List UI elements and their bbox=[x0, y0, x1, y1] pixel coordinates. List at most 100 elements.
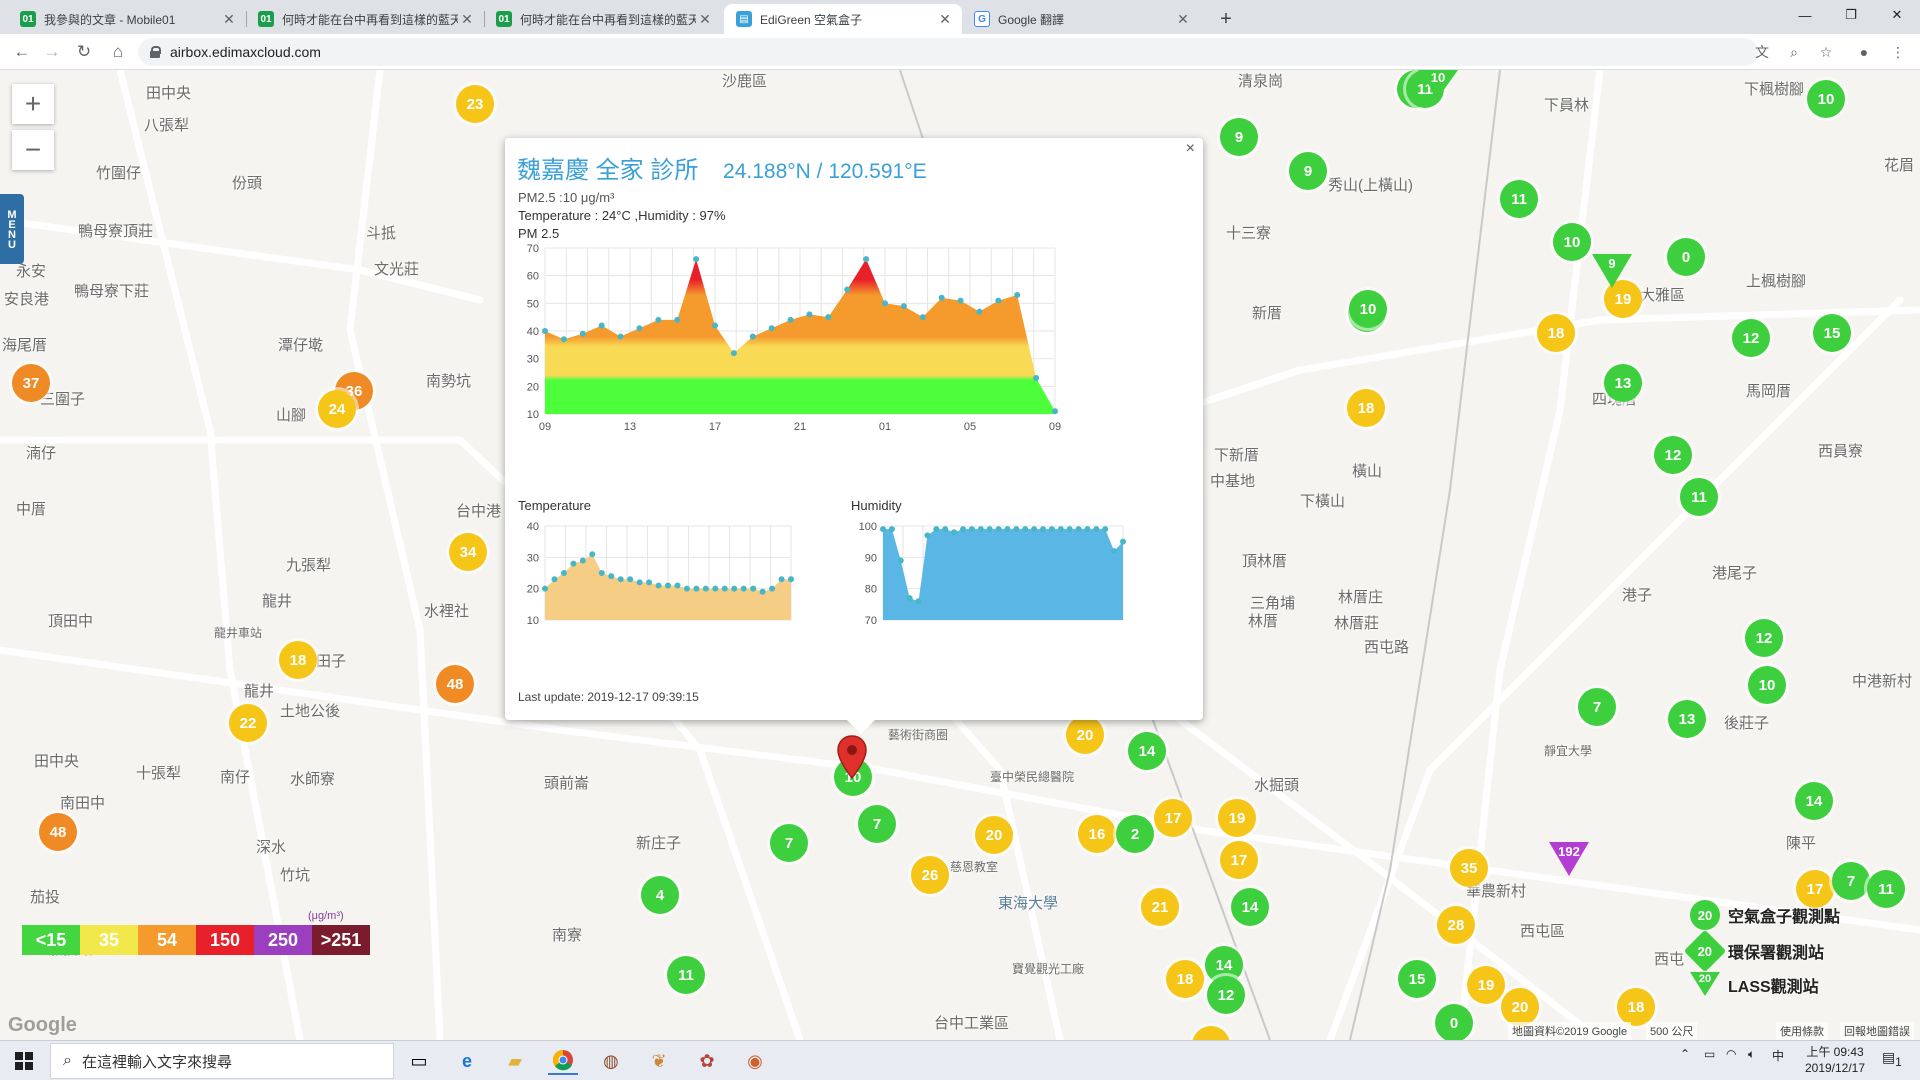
tab-mobile01-article[interactable]: 01 何時才能在台中再看到這樣的藍天 ✕ bbox=[246, 4, 484, 34]
airbox-marker[interactable]: 18 bbox=[1537, 314, 1575, 352]
airbox-marker[interactable]: 9 bbox=[1289, 152, 1327, 190]
restore-button[interactable]: ❐ bbox=[1828, 0, 1874, 30]
taskbar-search-box[interactable]: ⌕ 在這裡輸入文字來搜尋 bbox=[50, 1043, 394, 1079]
airbox-marker[interactable]: 18 bbox=[1166, 960, 1204, 998]
airbox-marker[interactable]: 18 bbox=[279, 641, 317, 679]
airbox-marker[interactable]: 18 bbox=[1347, 389, 1385, 427]
airbox-marker[interactable]: 16 bbox=[1078, 815, 1116, 853]
airbox-marker[interactable]: 48 bbox=[39, 813, 77, 851]
chrome-icon[interactable] bbox=[548, 1047, 578, 1075]
app-icon[interactable]: ◍ bbox=[596, 1047, 626, 1075]
airbox-marker[interactable]: 18 bbox=[1617, 988, 1655, 1026]
tray-chevron-icon[interactable]: ⌃ bbox=[1680, 1047, 1690, 1061]
airbox-marker[interactable]: 13 bbox=[1668, 700, 1706, 738]
airbox-marker[interactable]: 10 bbox=[1807, 80, 1845, 118]
home-icon[interactable]: ⌂ bbox=[104, 38, 132, 66]
airbox-marker[interactable]: 37 bbox=[12, 364, 50, 402]
airbox-marker[interactable]: 11 bbox=[1500, 180, 1538, 218]
lass-marker[interactable]: 192 bbox=[1549, 842, 1589, 876]
airbox-marker[interactable]: 0 bbox=[1435, 1004, 1473, 1040]
close-icon[interactable]: ✕ bbox=[458, 11, 476, 28]
profile-icon[interactable]: ● bbox=[1854, 42, 1874, 62]
airbox-marker[interactable]: 12 bbox=[1745, 619, 1783, 657]
airbox-marker[interactable]: 28 bbox=[1437, 906, 1475, 944]
notification-icon[interactable]: ▤1 bbox=[1882, 1049, 1902, 1069]
popup-close-button[interactable]: × bbox=[1186, 140, 1195, 158]
airbox-marker[interactable]: 15 bbox=[1398, 960, 1436, 998]
airbox-marker[interactable]: 12 bbox=[1207, 976, 1245, 1014]
airbox-marker[interactable]: 12 bbox=[1654, 436, 1692, 474]
map-canvas[interactable]: 田中央 八張犁 竹圍仔 份頭 鴨母寮頂莊 斗抵 文光莊 鴨母寮下莊 永安 安良港… bbox=[0, 70, 1920, 1040]
airbox-marker[interactable]: 10 bbox=[1748, 666, 1786, 704]
reload-icon[interactable]: ↻ bbox=[70, 38, 98, 66]
airbox-marker[interactable]: 13 bbox=[1604, 364, 1642, 402]
airbox-marker[interactable]: 19 bbox=[1467, 966, 1505, 1004]
airbox-marker[interactable]: 14 bbox=[1128, 732, 1166, 770]
airbox-marker[interactable]: 24 bbox=[318, 390, 356, 428]
airbox-marker[interactable]: 14 bbox=[1795, 782, 1833, 820]
zoom-in-button[interactable]: + bbox=[12, 84, 54, 124]
airbox-marker[interactable]: 15 bbox=[1813, 314, 1851, 352]
close-icon[interactable]: ✕ bbox=[696, 11, 714, 28]
battery-icon[interactable]: ▭ bbox=[1704, 1047, 1715, 1061]
airbox-marker[interactable]: 7 bbox=[858, 805, 896, 843]
airbox-marker[interactable]: 2 bbox=[1116, 815, 1154, 853]
forward-icon[interactable]: → bbox=[38, 38, 66, 66]
airbox-marker[interactable]: 14 bbox=[1231, 888, 1269, 926]
airbox-marker[interactable]: 20 bbox=[975, 816, 1013, 854]
airbox-marker[interactable]: 10 bbox=[1553, 223, 1591, 261]
taskbar-clock[interactable]: 上午 09:43 2019/12/17 bbox=[1800, 1044, 1870, 1076]
airbox-marker[interactable]: 20 bbox=[1501, 988, 1539, 1026]
airbox-marker[interactable]: 23 bbox=[456, 85, 494, 123]
airbox-marker[interactable]: 7 bbox=[1578, 688, 1616, 726]
airbox-marker[interactable]: 17 bbox=[1220, 841, 1258, 879]
airbox-marker[interactable]: 22 bbox=[229, 704, 267, 742]
file-explorer-icon[interactable]: ▰ bbox=[500, 1047, 530, 1075]
airbox-marker[interactable]: 21 bbox=[1141, 888, 1179, 926]
airbox-marker[interactable]: 7 bbox=[770, 824, 808, 862]
app-icon[interactable]: ✿ bbox=[692, 1047, 722, 1075]
airbox-marker[interactable]: 19 bbox=[1218, 799, 1256, 837]
airbox-marker[interactable]: 35 bbox=[1450, 849, 1488, 887]
tab-mobile01-article-2[interactable]: 01 何時才能在台中再看到這樣的藍天 ✕ bbox=[484, 4, 722, 34]
zoom-icon[interactable]: ⌕ bbox=[1784, 42, 1804, 62]
airbox-marker[interactable]: 26 bbox=[911, 856, 949, 894]
more-menu-icon[interactable]: ⋮ bbox=[1888, 42, 1908, 62]
tab-edigreen[interactable]: ▤ EdiGreen 空氣盒子 ✕ bbox=[724, 4, 962, 34]
location-pin-icon[interactable] bbox=[836, 734, 868, 780]
map-scale[interactable]: 500 公尺 bbox=[1646, 1022, 1698, 1040]
close-icon[interactable]: ✕ bbox=[936, 11, 954, 28]
airbox-marker[interactable]: 11 bbox=[667, 956, 705, 994]
zoom-out-button[interactable]: − bbox=[12, 130, 54, 170]
airbox-marker[interactable]: 0 bbox=[1667, 238, 1705, 276]
bookmark-star-icon[interactable]: ☆ bbox=[1816, 42, 1836, 62]
back-icon[interactable]: ← bbox=[8, 38, 36, 66]
app-icon[interactable]: ◉ bbox=[740, 1047, 770, 1075]
close-icon[interactable]: ✕ bbox=[1174, 11, 1192, 28]
report-error-link[interactable]: 回報地圖錯誤 bbox=[1840, 1022, 1914, 1040]
translate-icon[interactable]: 文 bbox=[1752, 42, 1772, 62]
airbox-marker[interactable]: 11 bbox=[1680, 478, 1718, 516]
ime-indicator[interactable]: 中 bbox=[1772, 1047, 1784, 1064]
tab-mobile01[interactable]: 01 我參與的文章 - Mobile01 ✕ bbox=[8, 4, 246, 34]
wifi-icon[interactable]: ◠ bbox=[1726, 1047, 1736, 1061]
airbox-marker[interactable]: 17 bbox=[1154, 799, 1192, 837]
windows-start-button[interactable] bbox=[0, 1041, 48, 1080]
volume-icon[interactable]: 🔈︎ bbox=[1748, 1047, 1755, 1062]
close-icon[interactable]: ✕ bbox=[220, 11, 238, 28]
tab-google-translate[interactable]: G Google 翻譯 ✕ bbox=[962, 4, 1200, 34]
airbox-marker[interactable]: 11 bbox=[1867, 870, 1905, 908]
address-bar[interactable]: airbox.edimaxcloud.com bbox=[138, 38, 1758, 66]
airbox-marker[interactable]: 34 bbox=[449, 533, 487, 571]
airbox-marker[interactable]: 12 bbox=[1732, 319, 1770, 357]
app-icon[interactable]: ❦ bbox=[644, 1047, 674, 1075]
airbox-marker[interactable]: 10 bbox=[1349, 290, 1387, 328]
terms-link[interactable]: 使用條款 bbox=[1776, 1022, 1828, 1040]
task-view-icon[interactable]: ▭ bbox=[404, 1047, 434, 1075]
lass-marker[interactable]: 10 bbox=[1418, 70, 1458, 98]
airbox-marker[interactable]: 9 bbox=[1220, 118, 1258, 156]
airbox-marker[interactable]: 48 bbox=[436, 665, 474, 703]
airbox-marker[interactable]: 20 bbox=[1066, 716, 1104, 754]
airbox-marker[interactable]: 7 bbox=[1832, 862, 1870, 900]
airbox-marker[interactable]: 4 bbox=[641, 876, 679, 914]
